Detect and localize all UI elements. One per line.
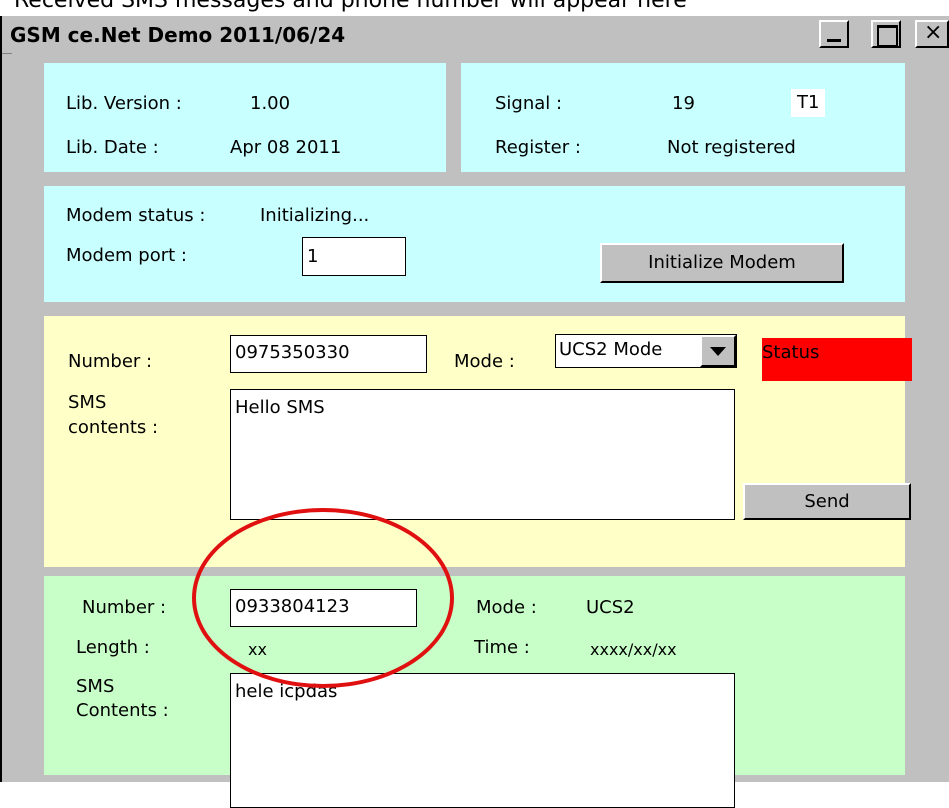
modem-panel: Modem status : Initializing... Modem por…: [44, 186, 905, 302]
send-number-input[interactable]: 0975350330: [230, 335, 427, 373]
signal-label: Signal :: [495, 93, 563, 114]
received-mode-value: UCS2: [586, 597, 635, 618]
modem-port-label: Modem port :: [66, 245, 187, 266]
signal-panel: Signal : 19 T1 Register : Not registered: [461, 63, 905, 172]
register-label: Register :: [495, 137, 581, 158]
received-sms-label-line2: Contents :: [76, 700, 169, 721]
lib-version-label: Lib. Version :: [66, 93, 182, 114]
minimize-icon: [827, 39, 841, 42]
send-sms-label-line2: contents :: [68, 417, 159, 438]
lib-version-value: 1.00: [250, 93, 291, 114]
mode-dropdown-button[interactable]: [700, 335, 736, 367]
signal-tag: T1: [791, 89, 826, 117]
window-title: GSM ce.Net Demo 2011/06/24: [10, 23, 346, 47]
modem-status-label: Modem status :: [66, 205, 206, 226]
send-sms-panel: Number : 0975350330 Mode : UCS2 Mode Sta…: [44, 316, 912, 567]
close-icon: ×: [924, 20, 943, 45]
register-value: Not registered: [667, 137, 796, 158]
mode-select[interactable]: UCS2 Mode: [555, 334, 737, 368]
lib-info-panel: Lib. Version : 1.00 Lib. Date : Apr 08 2…: [44, 63, 446, 172]
modem-port-input[interactable]: 1: [302, 237, 406, 276]
background-caption: Received SMS messages and phone number w…: [14, 0, 687, 13]
send-sms-textarea[interactable]: Hello SMS: [230, 389, 735, 520]
send-number-label: Number :: [68, 351, 153, 372]
received-mode-label: Mode :: [476, 597, 537, 618]
received-time-value: xxxx/xx/xx: [590, 640, 677, 659]
received-length-label: Length :: [76, 637, 150, 658]
initialize-modem-button[interactable]: Initialize Modem: [600, 243, 844, 283]
send-mode-label: Mode :: [454, 351, 515, 372]
lib-date-label: Lib. Date :: [66, 137, 159, 158]
modem-status-value: Initializing...: [260, 205, 370, 226]
client-area: Lib. Version : 1.00 Lib. Date : Apr 08 2…: [12, 53, 949, 808]
close-button[interactable]: ×: [915, 20, 949, 48]
mode-select-value: UCS2 Mode: [559, 339, 663, 360]
chevron-down-icon: [710, 347, 726, 356]
received-number-input[interactable]: 0933804123: [230, 589, 417, 627]
maximize-icon: [877, 25, 898, 47]
received-time-label: Time :: [474, 637, 530, 658]
app-window: GSM ce.Net Demo 2011/06/24 × Lib. Versio…: [0, 16, 949, 808]
received-number-label: Number :: [82, 597, 167, 618]
received-sms-label-line1: SMS: [76, 676, 115, 697]
received-length-value: xx: [248, 640, 267, 659]
title-bar: GSM ce.Net Demo 2011/06/24 ×: [2, 16, 949, 54]
send-status-indicator: Status: [762, 338, 912, 381]
send-sms-label-line1: SMS: [68, 392, 107, 413]
received-sms-panel: Number : 0933804123 Mode : UCS2 Length :…: [44, 576, 905, 808]
send-button[interactable]: Send: [743, 483, 911, 520]
lib-date-value: Apr 08 2011: [230, 137, 342, 158]
signal-value: 19: [672, 93, 695, 114]
received-sms-textarea[interactable]: hele icpdas: [230, 673, 735, 808]
maximize-button[interactable]: [871, 20, 901, 48]
minimize-button[interactable]: [819, 20, 849, 48]
